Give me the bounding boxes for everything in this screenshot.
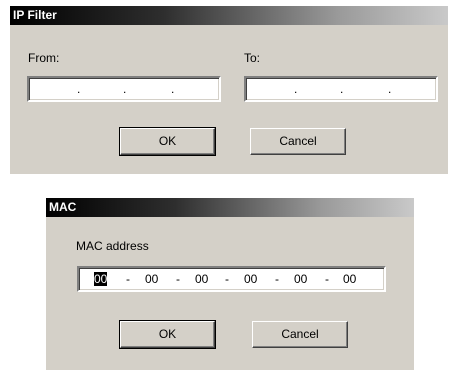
- mac-octet[interactable]: 00: [343, 272, 356, 286]
- mac-separator: -: [325, 272, 329, 286]
- ip-filter-title: IP Filter: [10, 6, 448, 25]
- ip-dot: .: [171, 82, 175, 96]
- mac-separator: -: [176, 272, 180, 286]
- ip-ok-button[interactable]: OK: [119, 127, 216, 156]
- mac-octet[interactable]: 00: [195, 272, 208, 286]
- mac-address-label: MAC address: [76, 239, 149, 253]
- ip-dot: .: [77, 82, 81, 96]
- mac-separator: -: [126, 272, 130, 286]
- mac-ok-button[interactable]: OK: [119, 320, 216, 349]
- mac-octet[interactable]: 00: [244, 272, 257, 286]
- to-ip-field[interactable]: . . .: [244, 76, 438, 102]
- to-label: To:: [244, 51, 261, 65]
- mac-address-field[interactable]: 00 - 00 - 00 - 00 - 00 - 00: [77, 266, 386, 292]
- mac-octet[interactable]: 00: [294, 272, 307, 286]
- ip-dot: .: [388, 82, 392, 96]
- from-ip-field[interactable]: . . .: [27, 76, 221, 102]
- mac-octet[interactable]: 00: [94, 272, 108, 286]
- ip-cancel-button[interactable]: Cancel: [250, 128, 346, 155]
- mac-cancel-button[interactable]: Cancel: [252, 321, 348, 348]
- ip-dot: .: [123, 82, 127, 96]
- mac-separator: -: [275, 272, 279, 286]
- mac-title: MAC: [46, 198, 414, 217]
- ip-filter-dialog: IP Filter From: To: . . . . . . OK Cance…: [10, 6, 448, 174]
- ip-dot: .: [340, 82, 344, 96]
- from-label: From:: [28, 51, 60, 65]
- mac-octet[interactable]: 00: [145, 272, 158, 286]
- ip-dot: .: [294, 82, 298, 96]
- mac-separator: -: [225, 272, 229, 286]
- mac-dialog: MAC MAC address 00 - 00 - 00 - 00 - 00 -…: [46, 198, 414, 370]
